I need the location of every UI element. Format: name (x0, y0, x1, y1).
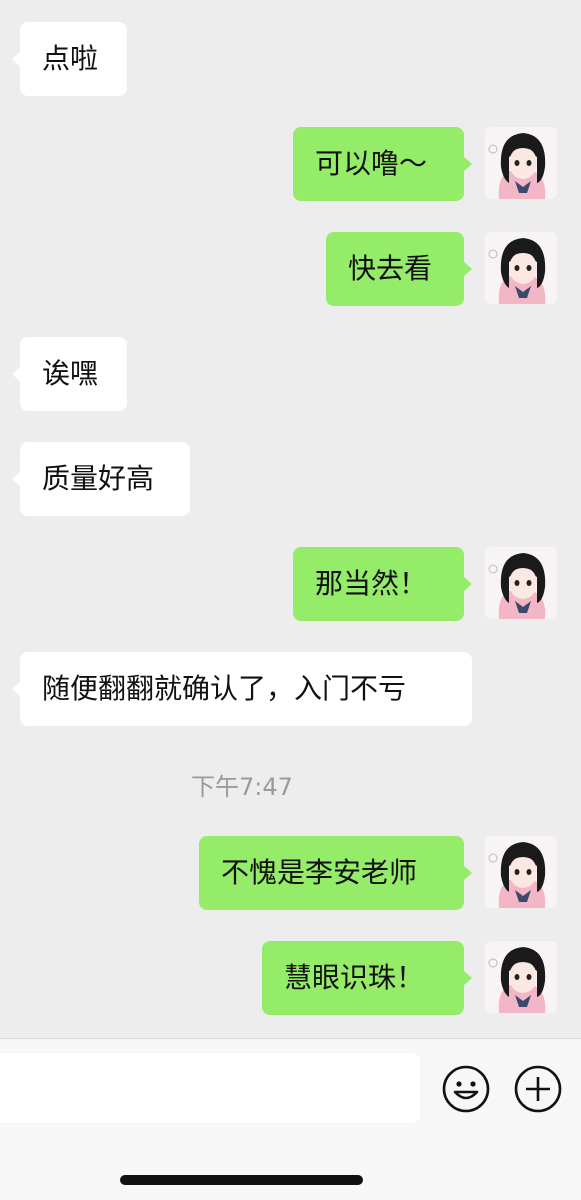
message-bubble-outgoing[interactable]: 那当然！ (293, 547, 472, 621)
message-text: 随便翻翻就确认了，入门不亏 (42, 672, 407, 705)
message-text: 可以噜～ (315, 147, 428, 180)
message-bubble-incoming[interactable]: 诶嘿 (12, 337, 127, 411)
avatar-image (485, 127, 557, 199)
bubble-tail (463, 156, 472, 172)
message-bubble-incoming[interactable]: 随便翻翻就确认了，入门不亏 (12, 652, 472, 726)
home-indicator[interactable] (120, 1175, 363, 1185)
message-text: 那当然！ (315, 567, 428, 600)
message-text: 快去看 (348, 252, 433, 285)
bubble-tail (463, 970, 472, 986)
smiley-face-icon[interactable] (441, 1064, 491, 1114)
message-bubble-outgoing[interactable]: 可以噜～ (293, 127, 472, 201)
user-avatar[interactable] (485, 941, 557, 1013)
avatar-image (485, 547, 557, 619)
user-avatar[interactable] (485, 127, 557, 199)
message-bubble-outgoing[interactable]: 不愧是李安老师 (199, 836, 472, 910)
user-avatar[interactable] (485, 232, 557, 304)
bubble-tail (12, 681, 21, 697)
message-text: 诶嘿 (42, 357, 99, 390)
avatar-image (485, 836, 557, 908)
plus-circle-icon[interactable] (513, 1064, 563, 1114)
message-row: 那当然！ (0, 547, 581, 621)
avatar-image (485, 232, 557, 304)
message-input[interactable] (0, 1053, 420, 1123)
bubble-tail (463, 576, 472, 592)
message-row: 可以噜～ (0, 127, 581, 201)
user-avatar[interactable] (485, 836, 557, 908)
input-bar (0, 1038, 581, 1200)
bubble-tail (12, 51, 21, 67)
bubble-tail (463, 261, 472, 277)
user-avatar[interactable] (485, 547, 557, 619)
bubble-tail (12, 471, 21, 487)
message-row: 慧眼识珠！ (0, 941, 581, 1015)
message-text: 质量好高 (42, 462, 155, 495)
message-timestamp: 下午7:47 (191, 773, 293, 801)
message-row: 快去看 (0, 232, 581, 306)
chat-area: 点啦 可以噜～ 快去看 诶嘿 质量好高 那当然！ 随便翻翻就确认了，入门不亏 下… (0, 0, 581, 1038)
message-row: 不愧是李安老师 (0, 836, 581, 910)
message-bubble-incoming[interactable]: 点啦 (12, 22, 127, 96)
bubble-tail (12, 366, 21, 382)
message-text: 点啦 (42, 42, 99, 75)
message-text: 慧眼识珠！ (284, 961, 425, 994)
message-bubble-incoming[interactable]: 质量好高 (12, 442, 190, 516)
message-bubble-outgoing[interactable]: 快去看 (326, 232, 472, 306)
avatar-image (485, 941, 557, 1013)
message-text: 不愧是李安老师 (221, 856, 418, 889)
message-bubble-outgoing[interactable]: 慧眼识珠！ (262, 941, 472, 1015)
bubble-tail (463, 865, 472, 881)
